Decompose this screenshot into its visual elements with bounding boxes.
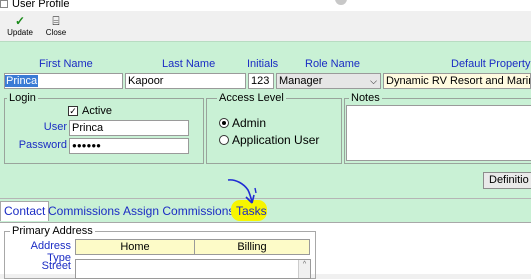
contact-panel: Primary Address Address Type Home Billin…	[0, 222, 531, 279]
access-level-group: Access Level Admin Application User	[206, 92, 342, 164]
access-level-title: Access Level	[217, 92, 286, 104]
user-field[interactable]: Princa	[69, 120, 189, 136]
active-checkbox[interactable]: ✓	[68, 106, 78, 116]
login-group-title: Login	[7, 92, 38, 104]
address-type-billing[interactable]: Billing	[194, 239, 310, 255]
active-label: Active	[82, 105, 112, 117]
default-property-field[interactable]: Dynamic RV Resort and Marina	[383, 73, 531, 89]
tab-strip: Contact Commissions Assign Commissions T…	[0, 198, 531, 222]
scroll-up-icon[interactable]: ^	[298, 260, 310, 278]
definitions-button[interactable]: Definitio	[483, 172, 531, 189]
password-label: Password	[18, 139, 67, 151]
window-icon	[0, 0, 8, 8]
notes-title: Notes	[349, 92, 382, 104]
initials-field[interactable]: 123	[248, 73, 274, 89]
first-name-header: First Name	[39, 58, 93, 70]
notes-group: Notes	[344, 92, 531, 164]
user-label: User	[43, 121, 67, 133]
tab-assign-commissions[interactable]: Assign Commissions	[123, 204, 234, 218]
password-field[interactable]: ●●●●●●	[69, 138, 189, 154]
application-user-radio-label: Application User	[232, 133, 320, 147]
role-select[interactable]: Manager ⌵	[276, 73, 381, 89]
chevron-down-icon: ⌵	[370, 76, 377, 86]
toolbar: ✓ Update ⌸ Close	[0, 11, 531, 41]
last-name-header: Last Name	[162, 58, 216, 70]
window-titlebar: User Profile	[0, 0, 531, 11]
annotation-arrow-icon	[227, 179, 257, 204]
profile-panel: First Name Last Name Initials Role Name …	[0, 41, 531, 198]
role-select-value: Manager	[279, 75, 323, 87]
checkmark-icon: ✓	[14, 14, 26, 28]
first-name-value: Princa	[5, 75, 39, 87]
notes-textarea[interactable]	[346, 105, 531, 161]
window-control-button[interactable]	[335, 0, 347, 5]
close-button[interactable]: ⌸ Close	[39, 15, 73, 41]
street-label: Street	[41, 260, 71, 272]
address-type-home[interactable]: Home	[75, 239, 195, 255]
update-button[interactable]: ✓ Update	[3, 15, 37, 41]
primary-address-group: Primary Address Address Type Home Billin…	[4, 225, 316, 279]
update-button-label: Update	[7, 28, 33, 37]
application-user-radio[interactable]	[219, 135, 229, 145]
admin-radio-label: Admin	[232, 116, 267, 130]
tab-commissions[interactable]: Commissions	[48, 204, 120, 218]
tab-tasks[interactable]: Tasks	[236, 204, 267, 218]
default-property-header: Default Property L	[451, 58, 531, 70]
door-icon: ⌸	[52, 14, 60, 28]
primary-address-title: Primary Address	[10, 225, 95, 237]
login-group: Login ✓ Active User Princa Password ●●●●…	[4, 92, 204, 164]
street-field[interactable]: ^	[75, 259, 311, 279]
role-name-header: Role Name	[305, 58, 361, 70]
tab-contact[interactable]: Contact	[0, 201, 50, 221]
last-name-field[interactable]: Kapoor	[125, 73, 246, 89]
close-button-label: Close	[45, 28, 67, 37]
first-name-field[interactable]: Princa	[4, 73, 123, 89]
admin-radio[interactable]	[219, 118, 229, 128]
initials-header: Initials	[247, 58, 279, 70]
window-title: User Profile	[12, 0, 70, 10]
